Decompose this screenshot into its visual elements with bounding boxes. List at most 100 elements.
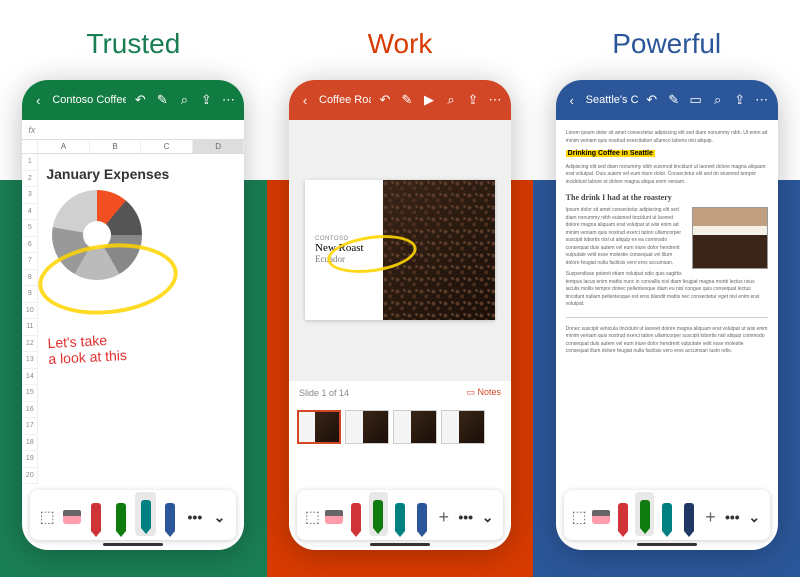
row-18[interactable]: 18: [22, 435, 38, 452]
undo-icon[interactable]: ↶: [377, 92, 393, 108]
device-icon[interactable]: ▭: [688, 92, 704, 108]
row-20[interactable]: 20: [22, 468, 38, 485]
row-9[interactable]: 9: [22, 286, 38, 303]
eraser-tool[interactable]: [592, 498, 611, 536]
undo-icon[interactable]: ↶: [644, 92, 660, 108]
pen-blue[interactable]: [412, 498, 431, 536]
share-icon[interactable]: ⇪: [732, 92, 748, 108]
add-pen[interactable]: +: [434, 498, 453, 536]
search-icon[interactable]: ⌕: [176, 92, 192, 108]
doc-para: Suspendisse potenti etiam volutpat odio …: [566, 271, 768, 309]
draw-icon[interactable]: ✎: [666, 92, 682, 108]
column-headers: A B C D: [22, 140, 244, 154]
eraser-tool[interactable]: [61, 498, 83, 536]
pen-teal[interactable]: [135, 492, 157, 536]
phone-excel: ‹ Contoso Coffee Expenses ↶ ✎ ⌕ ⇪ ⋯ fx A…: [22, 80, 244, 550]
undo-icon[interactable]: ↶: [132, 92, 148, 108]
slide-meta: Slide 1 of 14 ▭ Notes: [289, 380, 511, 404]
collapse-toolbar[interactable]: ⌄: [209, 498, 231, 536]
excel-title: Contoso Coffee Expenses: [52, 94, 126, 106]
more-tools[interactable]: •••: [184, 498, 206, 536]
heading-trusted: Trusted: [86, 28, 180, 60]
lasso-tool[interactable]: ⬚: [303, 498, 322, 536]
pen-red[interactable]: [613, 498, 632, 536]
row-11[interactable]: 11: [22, 319, 38, 336]
thumb-1[interactable]: [297, 410, 341, 444]
doc-para: Adipiscing elit sed diam nonummy nibh eu…: [566, 164, 768, 187]
excel-header: ‹ Contoso Coffee Expenses ↶ ✎ ⌕ ⇪ ⋯: [22, 80, 244, 120]
pen-teal[interactable]: [657, 498, 676, 536]
row-1[interactable]: 1: [22, 154, 38, 171]
row-6[interactable]: 6: [22, 237, 38, 254]
pen-red[interactable]: [347, 498, 366, 536]
col-d[interactable]: D: [193, 140, 245, 153]
draw-toolbar: ⬚ + ••• ⌄: [297, 490, 503, 540]
pen-green[interactable]: [369, 492, 388, 536]
sheet-canvas[interactable]: January Expenses Let's takea look at thi…: [38, 154, 244, 484]
document-body[interactable]: Lorem ipsum dolor sit amet consectetur a…: [556, 120, 778, 458]
row-4[interactable]: 4: [22, 204, 38, 221]
ppt-title: Coffee Roaster: [319, 94, 371, 106]
formula-bar[interactable]: fx: [22, 120, 244, 140]
collapse-toolbar[interactable]: ⌄: [745, 498, 764, 536]
row-numbers: 1234567891011121314151617181920: [22, 154, 38, 484]
share-icon[interactable]: ⇪: [465, 92, 481, 108]
col-corner[interactable]: [22, 140, 38, 153]
pen-red[interactable]: [86, 498, 108, 536]
heading-powerful: Powerful: [612, 28, 721, 60]
doc-highlight: Drinking Coffee in Seattle: [566, 150, 655, 157]
ppt-header: ‹ Coffee Roaster ↶ ✎ ▶ ⌕ ⇪ ⋯: [289, 80, 511, 120]
row-13[interactable]: 13: [22, 352, 38, 369]
more-icon[interactable]: ⋯: [220, 92, 236, 108]
row-8[interactable]: 8: [22, 270, 38, 287]
search-icon[interactable]: ⌕: [443, 92, 459, 108]
more-icon[interactable]: ⋯: [754, 92, 770, 108]
row-2[interactable]: 2: [22, 171, 38, 188]
home-indicator: [370, 543, 430, 546]
row-7[interactable]: 7: [22, 253, 38, 270]
doc-image: [692, 207, 768, 269]
row-17[interactable]: 17: [22, 418, 38, 435]
thumb-2[interactable]: [345, 410, 389, 444]
back-icon[interactable]: ‹: [564, 92, 580, 108]
home-indicator: [637, 543, 697, 546]
row-5[interactable]: 5: [22, 220, 38, 237]
row-10[interactable]: 10: [22, 303, 38, 320]
thumb-3[interactable]: [393, 410, 437, 444]
thumb-4[interactable]: [441, 410, 485, 444]
chart-title: January Expenses: [46, 166, 238, 182]
col-c[interactable]: C: [141, 140, 193, 153]
col-b[interactable]: B: [90, 140, 142, 153]
more-icon[interactable]: ⋯: [487, 92, 503, 108]
pen-navy[interactable]: [679, 498, 698, 536]
slide-thumbnails: [289, 404, 511, 458]
notes-button[interactable]: ▭ Notes: [466, 387, 501, 398]
row-16[interactable]: 16: [22, 402, 38, 419]
add-pen[interactable]: +: [701, 498, 720, 536]
search-icon[interactable]: ⌕: [710, 92, 726, 108]
draw-icon[interactable]: ✎: [154, 92, 170, 108]
lasso-tool[interactable]: ⬚: [570, 498, 589, 536]
play-icon[interactable]: ▶: [421, 92, 437, 108]
row-15[interactable]: 15: [22, 385, 38, 402]
more-tools[interactable]: •••: [456, 498, 475, 536]
back-icon[interactable]: ‹: [30, 92, 46, 108]
row-3[interactable]: 3: [22, 187, 38, 204]
back-icon[interactable]: ‹: [297, 92, 313, 108]
share-icon[interactable]: ⇪: [198, 92, 214, 108]
lasso-tool[interactable]: ⬚: [36, 498, 58, 536]
row-14[interactable]: 14: [22, 369, 38, 386]
col-a[interactable]: A: [38, 140, 90, 153]
draw-toolbar: ⬚ + ••• ⌄: [564, 490, 770, 540]
collapse-toolbar[interactable]: ⌄: [478, 498, 497, 536]
pen-green[interactable]: [635, 492, 654, 536]
draw-icon[interactable]: ✎: [399, 92, 415, 108]
pen-green[interactable]: [110, 498, 132, 536]
slide-canvas[interactable]: CONTOSO New Roast Ecuador: [289, 120, 511, 380]
pen-teal[interactable]: [391, 498, 410, 536]
row-12[interactable]: 12: [22, 336, 38, 353]
pen-blue[interactable]: [159, 498, 181, 536]
more-tools[interactable]: •••: [723, 498, 742, 536]
eraser-tool[interactable]: [325, 498, 344, 536]
row-19[interactable]: 19: [22, 451, 38, 468]
